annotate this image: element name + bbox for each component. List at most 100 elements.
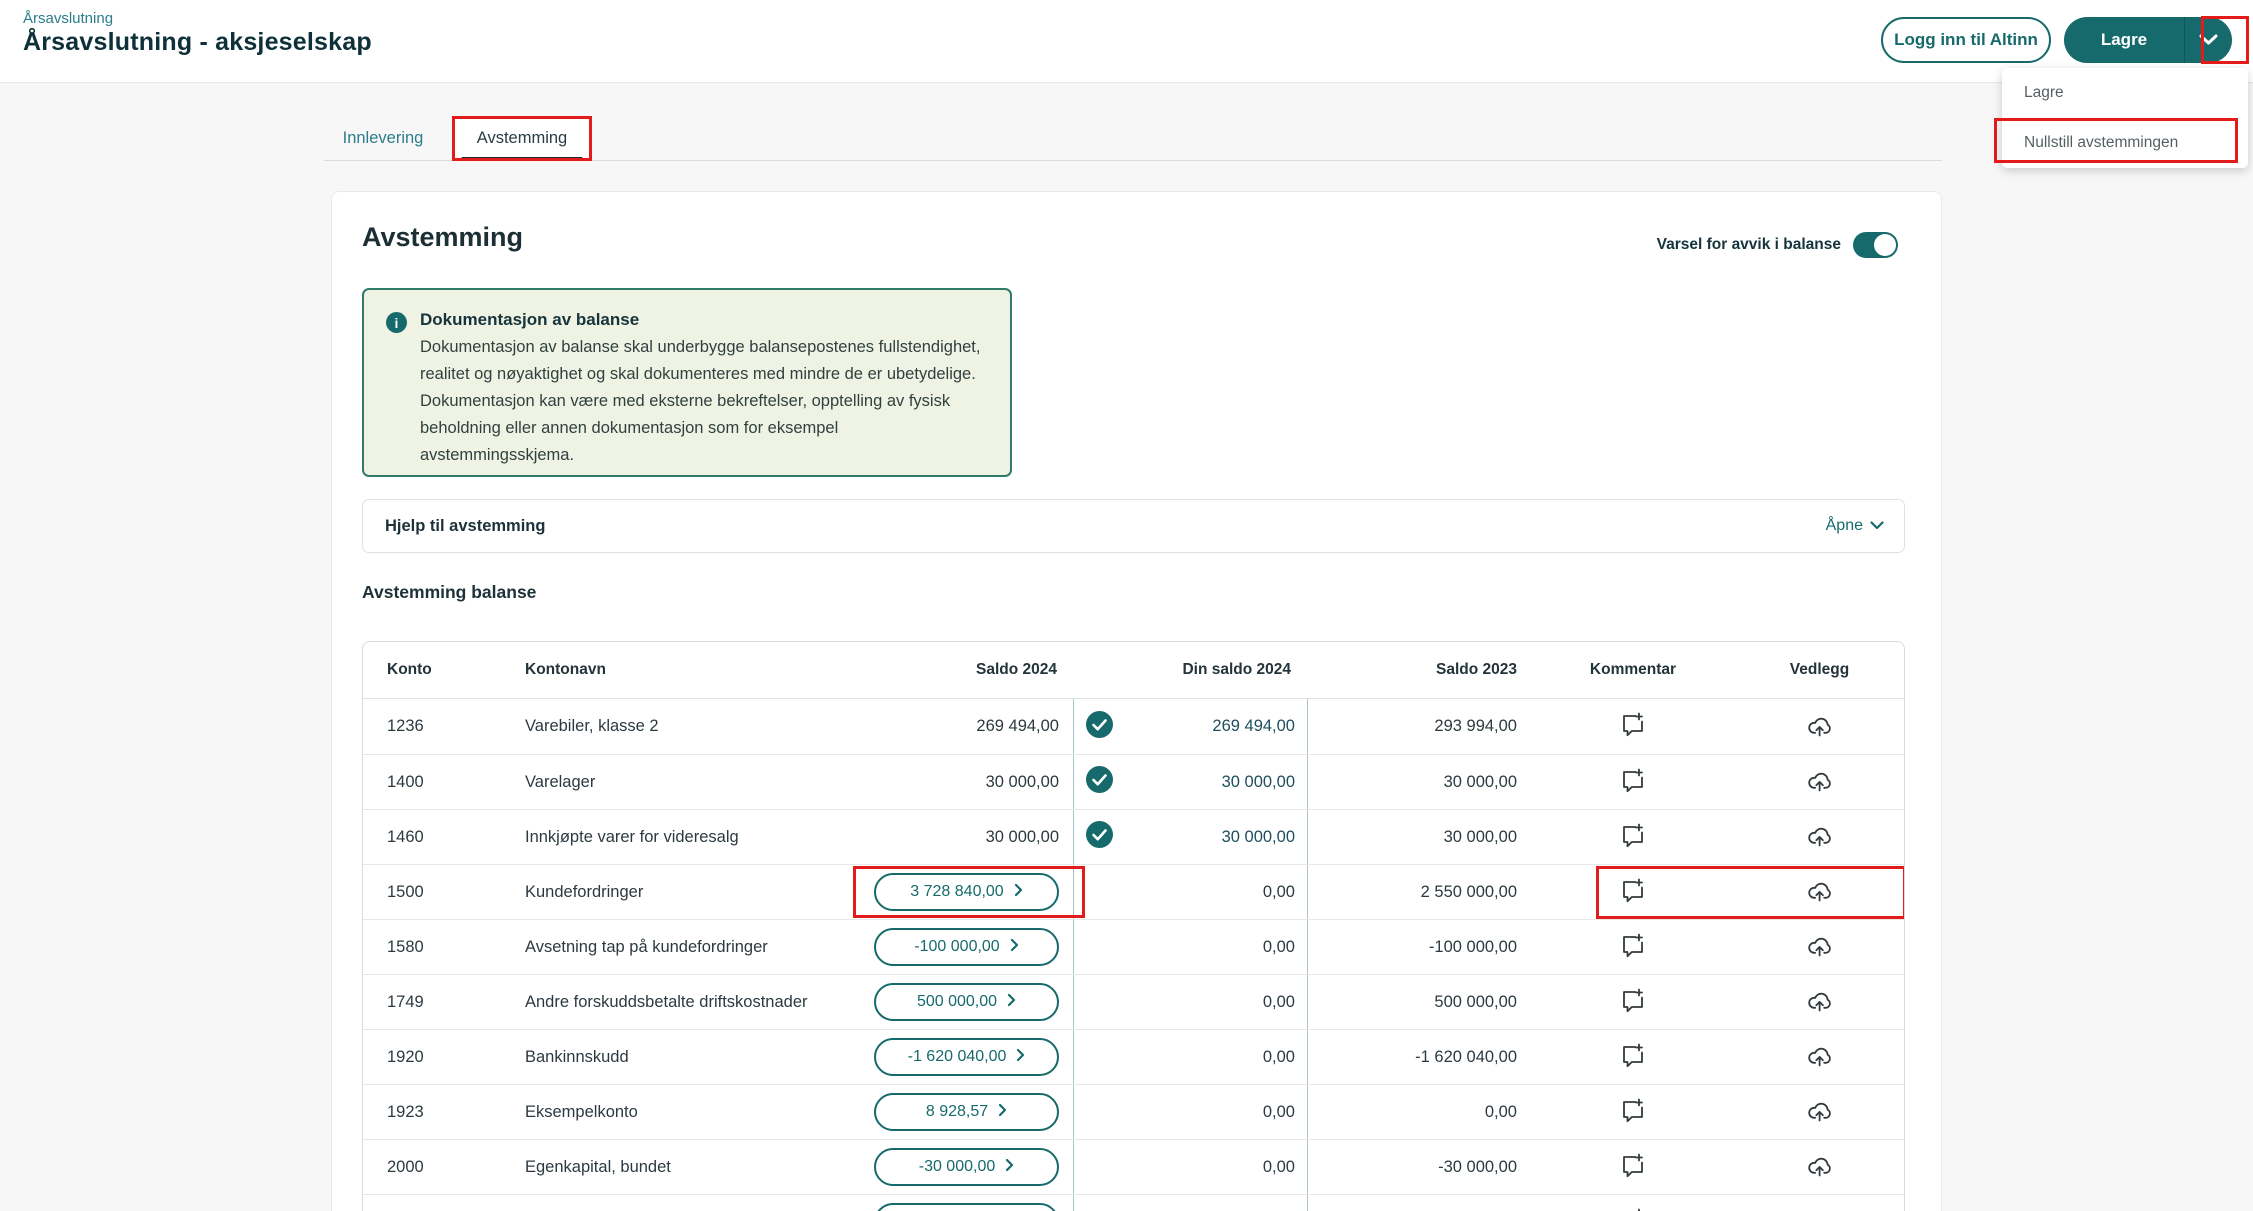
add-comment-button[interactable] bbox=[1618, 986, 1648, 1019]
saldo-pill-button[interactable]: 3 728 840,00 bbox=[874, 873, 1059, 911]
breadcrumb[interactable]: Årsavslutning bbox=[23, 10, 113, 27]
cloud-upload-icon bbox=[1804, 710, 1835, 744]
open-accordion-link[interactable]: Åpne bbox=[1826, 517, 1884, 535]
cell-din-saldo: 0,00 bbox=[1073, 1030, 1308, 1084]
cell-kontonavn: Kundefordringer bbox=[525, 882, 644, 901]
pill-value: 8 928,57 bbox=[925, 1103, 989, 1120]
cell-vedlegg bbox=[1733, 975, 1904, 1029]
din-saldo-value: 30 000,00 bbox=[1221, 827, 1295, 846]
cloud-upload-icon bbox=[1804, 1040, 1835, 1074]
add-comment-button[interactable] bbox=[1618, 931, 1648, 964]
menu-item-lagre[interactable]: Lagre bbox=[2002, 68, 2248, 118]
table-body: 1236 Varebiler, klasse 2 269 494,00 269 … bbox=[363, 699, 1904, 1211]
cloud-upload-icon bbox=[1804, 1205, 1835, 1211]
add-comment-button[interactable] bbox=[1618, 766, 1648, 799]
menu-item-nullstill[interactable]: Nullstill avstemmingen bbox=[2002, 118, 2248, 168]
cell-konto: 2000 bbox=[387, 1157, 424, 1176]
cell-kommentar bbox=[1533, 1085, 1733, 1139]
login-altinn-button[interactable]: Logg inn til Altinn bbox=[1881, 17, 2051, 63]
cell-saldo-2023: 30 000,00 bbox=[1443, 827, 1517, 846]
add-comment-button[interactable] bbox=[1618, 1151, 1648, 1184]
saldo-pill-button[interactable]: 8 928,57 bbox=[874, 1093, 1059, 1131]
add-comment-button[interactable] bbox=[1618, 821, 1648, 854]
page-title: Årsavslutning - aksjeselskap bbox=[23, 28, 372, 56]
chevron-down-icon bbox=[1870, 517, 1884, 535]
cell-vedlegg bbox=[1733, 920, 1904, 974]
cell-din-saldo: 0,00 bbox=[1073, 975, 1308, 1029]
upload-attachment-button[interactable] bbox=[1804, 1150, 1835, 1184]
pill-value: -30 000,00 bbox=[918, 1158, 996, 1175]
table-header: Konto Kontonavn Saldo 2024 Din saldo 202… bbox=[363, 642, 1904, 699]
avstemming-panel: Avstemming Varsel for avvik i balanse i … bbox=[331, 191, 1942, 1211]
chevron-down-icon bbox=[2199, 33, 2218, 48]
cell-saldo-2024: 30 000,00 30 000,00 bbox=[843, 755, 1073, 809]
upload-attachment-button[interactable] bbox=[1804, 820, 1835, 854]
tab-divider bbox=[324, 160, 1942, 161]
cell-kommentar bbox=[1533, 1195, 1733, 1211]
cell-konto: 1236 bbox=[387, 717, 424, 735]
add-comment-button[interactable] bbox=[1618, 1206, 1648, 1211]
comment-add-icon bbox=[1618, 821, 1648, 854]
upload-attachment-button[interactable] bbox=[1804, 765, 1835, 799]
cell-kommentar bbox=[1533, 1140, 1733, 1194]
cell-saldo-2023: 500 000,00 bbox=[1434, 992, 1517, 1011]
cell-kontonavn: Egenkapital, bundet bbox=[525, 1157, 671, 1176]
open-label: Åpne bbox=[1825, 517, 1863, 534]
add-comment-button[interactable] bbox=[1618, 1041, 1648, 1074]
add-comment-button[interactable] bbox=[1618, 710, 1648, 743]
chevron-right-icon bbox=[998, 1103, 1007, 1122]
cell-konto: 1500 bbox=[387, 882, 424, 901]
cell-din-saldo: 0,00 bbox=[1073, 920, 1308, 974]
table-row: 1236 Varebiler, klasse 2 269 494,00 269 … bbox=[363, 699, 1904, 754]
saldo-pill-button[interactable] bbox=[874, 1203, 1059, 1211]
saldo-value: 269 494,00 bbox=[976, 717, 1059, 735]
add-comment-button[interactable] bbox=[1618, 1096, 1648, 1129]
pill-value: -1 620 040,00 bbox=[907, 1048, 1007, 1065]
save-button[interactable]: Lagre bbox=[2064, 17, 2184, 63]
cell-kommentar bbox=[1533, 865, 1733, 919]
cell-vedlegg bbox=[1733, 865, 1904, 919]
din-saldo-value: 0,00 bbox=[1262, 1047, 1295, 1066]
matched-check-icon bbox=[1086, 766, 1113, 798]
cell-vedlegg bbox=[1733, 1195, 1904, 1211]
cell-kontonavn: Eksempelkonto bbox=[525, 1102, 638, 1121]
upload-attachment-button[interactable] bbox=[1804, 875, 1835, 909]
comment-add-icon bbox=[1618, 986, 1648, 1019]
cell-vedlegg bbox=[1733, 1030, 1904, 1084]
saldo-pill-button[interactable]: 500 000,00 bbox=[874, 983, 1059, 1021]
upload-attachment-button[interactable] bbox=[1804, 985, 1835, 1019]
cell-saldo-2024 bbox=[843, 1195, 1073, 1211]
upload-attachment-button[interactable] bbox=[1804, 1095, 1835, 1129]
help-accordion[interactable]: Hjelp til avstemming Åpne bbox=[362, 499, 1905, 553]
add-comment-button[interactable] bbox=[1618, 876, 1648, 909]
saldo-pill-button[interactable]: -1 620 040,00 bbox=[874, 1038, 1059, 1076]
saldo-pill-button[interactable]: -30 000,00 bbox=[874, 1148, 1059, 1186]
saldo-pill-button[interactable]: -100 000,00 bbox=[874, 928, 1059, 966]
comment-add-icon bbox=[1618, 1151, 1648, 1184]
upload-attachment-button[interactable] bbox=[1804, 710, 1835, 744]
save-menu-toggle[interactable] bbox=[2184, 17, 2232, 63]
info-title: Dokumentasjon av balanse bbox=[420, 310, 640, 329]
comment-add-icon bbox=[1618, 1206, 1648, 1211]
comment-add-icon bbox=[1618, 1096, 1648, 1129]
col-header-vedlegg: Vedlegg bbox=[1789, 661, 1850, 678]
table-row: 1580 Avsetning tap på kundefordringer -1… bbox=[363, 919, 1904, 974]
upload-attachment-button[interactable] bbox=[1804, 1205, 1835, 1211]
info-icon: i bbox=[386, 312, 407, 333]
varsel-toggle[interactable] bbox=[1853, 232, 1898, 258]
toggle-knob bbox=[1874, 234, 1896, 256]
upload-attachment-button[interactable] bbox=[1804, 930, 1835, 964]
cell-saldo-2024: 269 494,00 269 494,00 bbox=[843, 699, 1073, 754]
cell-kommentar bbox=[1533, 755, 1733, 809]
tab-avstemming[interactable]: Avstemming bbox=[453, 117, 591, 161]
chevron-right-icon bbox=[1007, 993, 1016, 1012]
upload-attachment-button[interactable] bbox=[1804, 1040, 1835, 1074]
section-title: Avstemming balanse bbox=[362, 582, 537, 602]
cell-saldo-2023: 293 994,00 bbox=[1434, 717, 1517, 735]
cell-din-saldo: 30 000,00 bbox=[1073, 755, 1308, 809]
table-row: 1920 Bankinnskudd -1 620 040,00 -1 620 0… bbox=[363, 1029, 1904, 1084]
help-label: Hjelp til avstemming bbox=[385, 516, 546, 535]
balance-table: Konto Kontonavn Saldo 2024 Din saldo 202… bbox=[362, 641, 1905, 1211]
tab-innlevering[interactable]: Innlevering bbox=[325, 117, 441, 160]
col-header-saldo-2024: Saldo 2024 bbox=[976, 661, 1057, 678]
